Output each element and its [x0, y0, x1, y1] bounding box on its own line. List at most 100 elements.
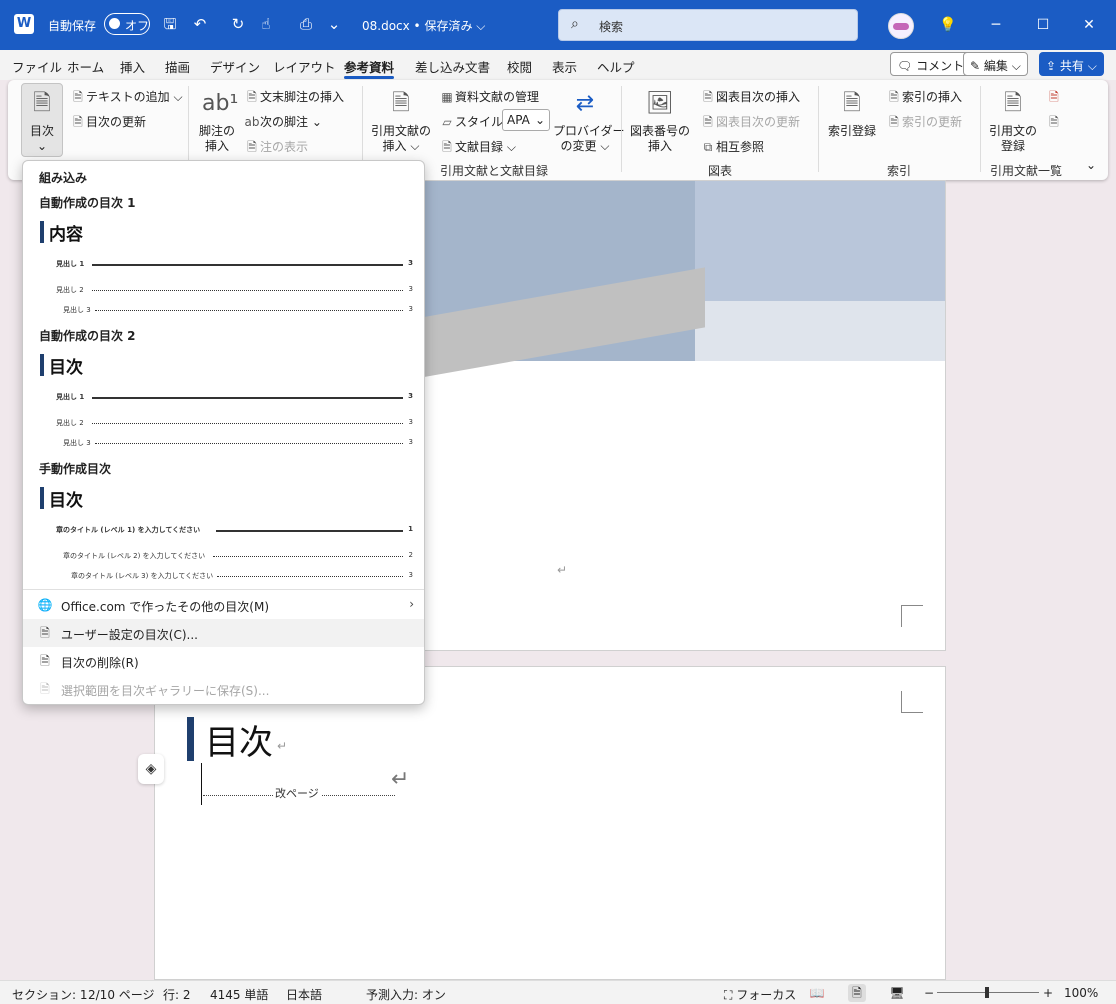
bibliography-label: 文献目録 ⌵ [455, 140, 516, 154]
status-words[interactable]: 4145 単語 [210, 986, 268, 1003]
divider [980, 86, 981, 172]
update-tof-button[interactable]: 🗎 図表目次の更新 [700, 113, 800, 134]
redo-icon[interactable]: ↻ [228, 14, 248, 34]
collapse-ribbon-icon[interactable]: ⌄ [1086, 158, 1096, 172]
maximize-icon[interactable]: ☐ [1032, 14, 1054, 36]
share-button[interactable]: ⇪ 共有 ⌵ [1039, 52, 1104, 76]
save-icon[interactable]: 🖫 [160, 14, 180, 34]
touch-mode-icon[interactable]: ☝ [256, 14, 276, 34]
cross-reference-button[interactable]: ⧉ 相互参照 [700, 138, 764, 155]
zoom-level[interactable]: 100% [1064, 986, 1098, 1000]
next-footnote-button[interactable]: ab次の脚注 ⌄ [244, 113, 322, 130]
add-text-button[interactable]: 🗎 テキストの追加 ⌵ [70, 88, 182, 109]
status-line[interactable]: 行: 2 [163, 986, 191, 1003]
endnote-label: 文末脚注の挿入 [260, 90, 345, 104]
save-selection-menu-item[interactable]: 🗎 選択範囲を目次ギャラリーに保存(S)... [23, 675, 424, 703]
toc-preview-line: 章のタイトル (レベル 3) を入力してください 3 [71, 571, 413, 581]
chevron-down-icon: ⌄ [534, 113, 545, 127]
toc-gallery-item-auto1[interactable]: 自動作成の目次 1 内容 見出し 13 見出し 23 見出し 33 [23, 189, 424, 319]
citation-icon: 🗎 [392, 91, 410, 116]
insert-index-button[interactable]: 🗎 索引の挿入 [886, 88, 962, 109]
insert-footnote-button[interactable]: ab¹ 脚注の 挿入 [194, 88, 240, 154]
mark-citation-button[interactable]: 🗎 引用文の 登録 [986, 88, 1040, 154]
toc-gallery-item-auto2[interactable]: 自動作成の目次 2 目次 見出し 13 見出し 23 見出し 33 [23, 322, 424, 452]
tab-view[interactable]: 表示 [552, 57, 577, 76]
insert-tof-button[interactable]: 🗎 図表目次の挿入 [700, 88, 800, 109]
style-dropdown[interactable]: APA ⌄ [502, 109, 550, 131]
tab-references[interactable]: 参考資料 [344, 57, 395, 79]
menu-divider [23, 589, 424, 590]
insert-citation-button[interactable]: 🗎 引用文献の 挿入 ⌵ [370, 88, 432, 154]
tab-review[interactable]: 校閲 [507, 57, 532, 76]
more-toc-office-menu-item[interactable]: 🌐 Office.com で作ったその他の目次(M) › [23, 591, 424, 619]
undo-icon[interactable]: ↶ [190, 14, 210, 34]
print-layout-icon[interactable]: 🗎 [848, 984, 866, 1002]
update-toa-button[interactable]: 🗎 [1046, 113, 1062, 134]
quick-print-icon[interactable]: ⎙ [296, 14, 316, 34]
toc-gallery-item-manual[interactable]: 手動作成目次 目次 章のタイトル (レベル 1) を入力してください 1 章のタイ… [23, 455, 424, 585]
next-footnote-icon: ab [244, 115, 260, 129]
remove-toc-menu-item[interactable]: 🗎 目次の削除(R) [23, 647, 424, 675]
lightbulb-icon[interactable]: 💡 [937, 14, 959, 36]
tab-draw[interactable]: 描画 [165, 57, 190, 76]
focus-button[interactable]: ⛶ フォーカス [724, 986, 796, 1003]
minimize-icon[interactable]: ─ [985, 14, 1007, 36]
update-toc-label: 目次の更新 [86, 115, 147, 129]
gallery-section-builtin: 組み込み [39, 171, 88, 185]
show-notes-button[interactable]: 🗎 注の表示 [244, 138, 308, 159]
word-logo-icon: W [14, 14, 34, 34]
divider [818, 86, 819, 172]
document-title[interactable]: 08.docx • 保存済み ⌵ [362, 17, 485, 34]
change-provider-button[interactable]: ⇄ プロバイダー の変更 ⌵ [553, 88, 625, 154]
status-page[interactable]: 2/10 ページ [88, 986, 155, 1003]
edit-mode-button[interactable]: ✎ 編集 ⌵ [963, 52, 1028, 76]
status-language[interactable]: 日本語 [286, 986, 322, 1003]
comment-button[interactable]: 🗨 コメント [890, 52, 972, 76]
tab-mailings[interactable]: 差し込み文書 [415, 57, 490, 76]
crop-mark [901, 605, 923, 627]
search-box[interactable]: ⌕ 検索 [558, 9, 858, 41]
tab-home[interactable]: ホーム [67, 57, 104, 76]
tab-help[interactable]: ヘルプ [597, 57, 635, 76]
citations-group-label: 引用文献と文献目録 [440, 164, 549, 178]
add-text-icon: 🗎 [73, 90, 83, 104]
mark-entry-button[interactable]: 🗎 索引登録 [824, 88, 880, 139]
close-icon[interactable]: ✕ [1078, 14, 1100, 36]
title-bar: W 自動保存 オフ 🖫 ↶ ↻ ☝ ⎙ ⌄ 08.docx • 保存済み ⌵ ⌕… [0, 0, 1116, 50]
gallery-heading: 内容 [49, 225, 83, 245]
bibliography-button[interactable]: 🗎 文献目録 ⌵ [439, 138, 516, 159]
web-layout-icon[interactable]: 🖥 [888, 984, 906, 1002]
doc-remove-icon: 🗎 [40, 654, 50, 668]
bibliography-icon: 🗎 [442, 140, 452, 154]
manage-sources-button[interactable]: ▦ 資料文献の管理 [439, 88, 539, 105]
zoom-out-button[interactable]: − [924, 986, 934, 1000]
insert-toa-button[interactable]: 🗎 [1046, 88, 1062, 109]
update-tof-label: 図表目次の更新 [716, 115, 801, 129]
autosave-toggle[interactable]: オフ [104, 13, 150, 35]
show-notes-label: 注の表示 [260, 140, 309, 154]
customize-qat-icon[interactable]: ⌄ [324, 14, 344, 34]
tab-file[interactable]: ファイル [12, 57, 62, 76]
zoom-in-button[interactable]: + [1043, 986, 1053, 1000]
update-index-button[interactable]: 🗎 索引の更新 [886, 113, 962, 134]
update-index-icon: 🗎 [889, 115, 899, 129]
toc-button[interactable]: 🗎 目次 ⌄ [21, 83, 63, 157]
tab-layout[interactable]: レイアウト [273, 57, 336, 76]
tab-insert[interactable]: 挿入 [120, 57, 145, 76]
toc-preview-line: 見出し 33 [63, 438, 413, 448]
custom-toc-menu-item[interactable]: 🗎 ユーザー設定の目次(C)... [23, 619, 424, 647]
focus-label: フォーカス [736, 988, 797, 1002]
status-section[interactable]: セクション: 1 [12, 986, 88, 1003]
document-page-2[interactable]: 目次 ↵ 改ページ ↵ [154, 666, 946, 980]
tab-design[interactable]: デザイン [210, 57, 260, 76]
copilot-icon[interactable]: ◈ [138, 754, 164, 784]
read-mode-icon[interactable]: 📖 [808, 984, 826, 1002]
update-toc-button[interactable]: 🗎 目次の更新 [70, 113, 146, 134]
toc-preview-line: 見出し 13 [56, 392, 413, 402]
status-predict[interactable]: 予測入力: オン [366, 986, 446, 1003]
insert-endnote-button[interactable]: 🗎 文末脚注の挿入 [244, 88, 344, 109]
toc-heading[interactable]: 目次 [205, 715, 273, 764]
insert-caption-button[interactable]: 🖼 図表番号の 挿入 [628, 88, 692, 154]
avatar[interactable] [888, 13, 914, 39]
zoom-slider-handle[interactable] [985, 987, 989, 998]
